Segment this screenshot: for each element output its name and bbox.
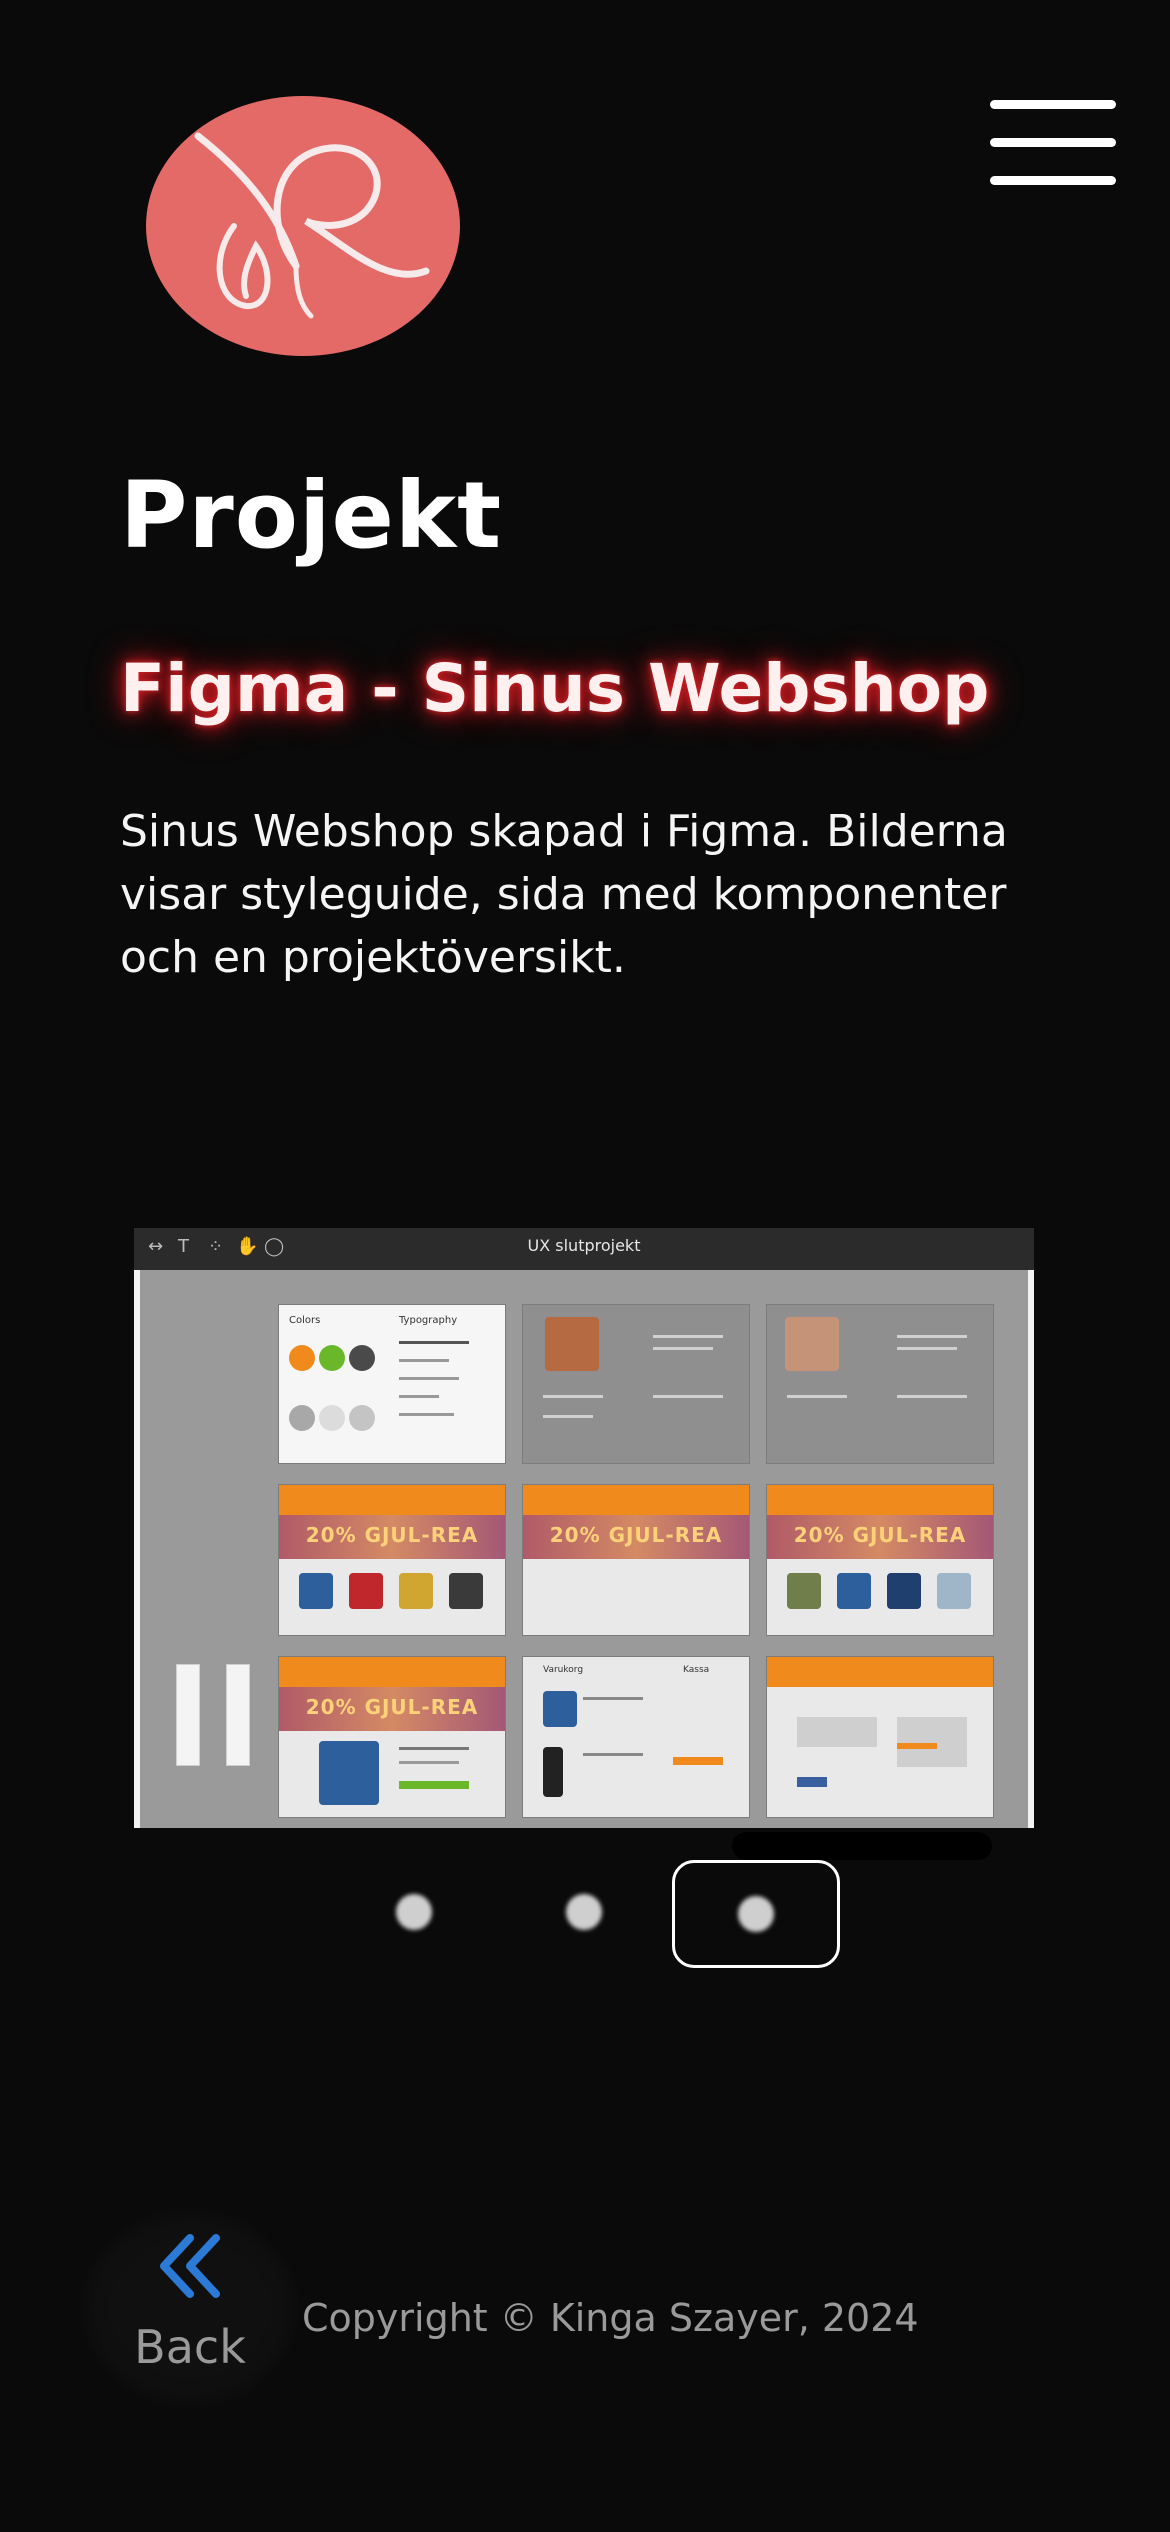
carousel-dot [738,1896,774,1932]
text-line [399,1761,459,1764]
project-description: Sinus Webshop skapad i Figma. Bilderna v… [120,806,1008,983]
shop-homepage-frame: 20% GJUL-REA [278,1484,506,1636]
shop-header [279,1657,505,1687]
product-image [399,1573,433,1609]
form-mock [797,1717,877,1747]
payment-logo-mock [797,1777,827,1787]
checkout-button-mock [673,1757,723,1765]
text-line [583,1753,643,1756]
cart-frame: Varukorg Kassa [522,1656,750,1818]
sale-banner-text: 20% GJUL-REA [549,1523,723,1547]
checkout-frame [766,1656,994,1818]
text-line [897,1347,957,1350]
product-image [543,1747,563,1797]
figma-toolbar: ↔ T ⁘ ✋ ◯ UX slutprojekt [134,1228,1034,1270]
product-image [937,1573,971,1609]
persona-avatar [785,1317,839,1371]
carousel-dot[interactable] [396,1894,432,1930]
sale-banner-text: 20% GJUL-REA [305,1695,479,1719]
color-swatch [349,1345,375,1371]
shop-category-frame: 20% GJUL-REA [522,1484,750,1636]
text-line [399,1413,454,1416]
color-swatch [349,1405,375,1431]
product-image [349,1573,383,1609]
text-line [543,1395,603,1398]
product-image [887,1573,921,1609]
logo[interactable] [146,96,460,356]
text-line [653,1347,713,1350]
image-edge [1028,1270,1034,1828]
copyright: Copyright © Kinga Szayer, 2024 [302,2296,919,2340]
product-image [837,1573,871,1609]
mobile-menu-frame [176,1664,200,1766]
pay-button-mock [897,1743,937,1749]
sale-banner-text: 20% GJUL-REA [793,1523,967,1547]
page-title: Projekt [120,462,503,569]
frame-label: Varukorg [543,1665,584,1675]
shop-products-frame: 20% GJUL-REA [766,1484,994,1636]
double-chevron-left-icon [160,2234,220,2298]
buy-button-mock [399,1781,469,1789]
shop-header [767,1657,993,1687]
carousel-dot-active[interactable] [672,1860,840,1968]
frame-label: Colors [289,1315,321,1326]
carousel-dot[interactable] [566,1894,602,1930]
product-detail-frame: 20% GJUL-REA [278,1656,506,1818]
shop-header [523,1485,749,1515]
text-line [787,1395,847,1398]
product-image [449,1573,483,1609]
text-line [897,1335,967,1338]
mobile-menu-frame [226,1664,250,1766]
product-image [299,1573,333,1609]
persona-avatar [545,1317,599,1371]
text-line [543,1415,593,1418]
text-line [399,1377,459,1380]
menu-button[interactable] [990,100,1116,185]
shop-header [279,1485,505,1515]
color-swatch [289,1405,315,1431]
image-edge [134,1270,140,1828]
frame-label: Kassa [683,1665,710,1675]
text-line [399,1341,469,1344]
text-line [399,1359,449,1362]
kinga-logo-icon [194,132,430,319]
text-line [653,1395,723,1398]
product-image [543,1691,577,1727]
persona-frame [522,1304,750,1464]
shop-header [767,1485,993,1515]
form-mock [897,1717,967,1767]
color-swatch [289,1345,315,1371]
product-image [319,1741,379,1805]
text-line [399,1747,469,1750]
figma-file-title: UX slutprojekt [527,1236,641,1255]
carousel-image[interactable]: ↔ T ⁘ ✋ ◯ UX slutprojekt Colors Typograp… [134,1228,1034,1828]
text-line [583,1697,643,1700]
text-line [653,1335,723,1338]
text-line [399,1395,439,1398]
persona-frame [766,1304,994,1464]
sale-banner-text: 20% GJUL-REA [305,1523,479,1547]
frame-label: Typography [399,1315,458,1326]
color-swatch [319,1345,345,1371]
image-shadow-bar [732,1832,992,1860]
product-image [787,1573,821,1609]
text-line [897,1395,967,1398]
styleguide-frame: Colors Typography [278,1304,506,1464]
back-label: Back [134,2320,246,2374]
project-title: Figma - Sinus Webshop [120,650,990,727]
back-button[interactable]: Back [80,2208,300,2408]
color-swatch [319,1405,345,1431]
